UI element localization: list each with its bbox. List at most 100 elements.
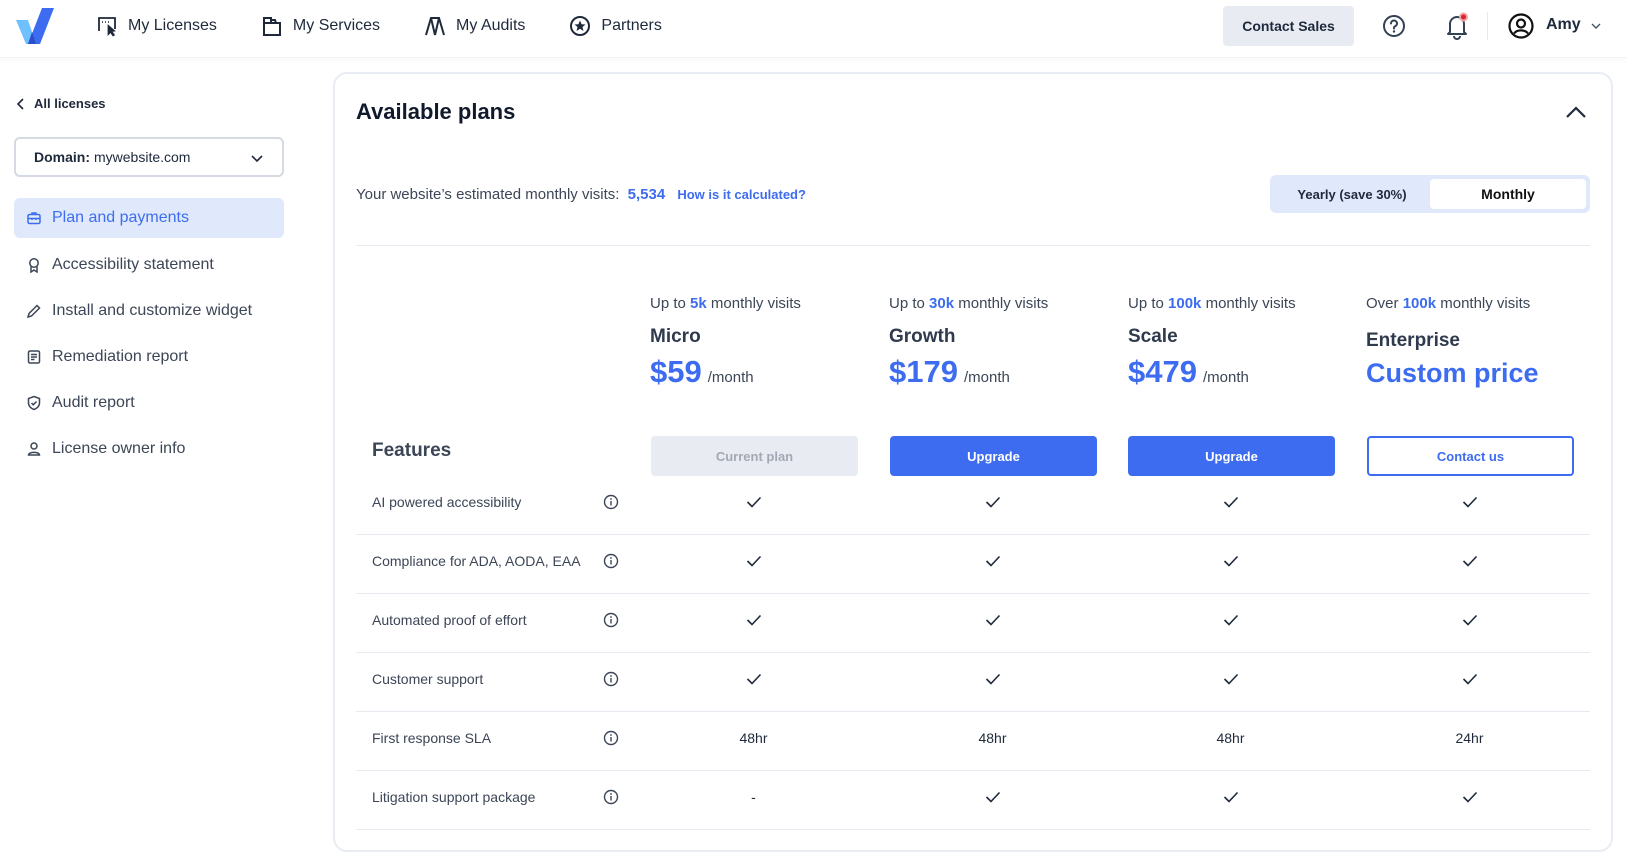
nav-my-licenses[interactable]: My Licenses (96, 15, 217, 37)
feature-row: Customer support (356, 653, 1590, 712)
upgrade-scale-button[interactable]: Upgrade (1128, 436, 1335, 476)
features-heading: Features (372, 440, 452, 461)
feature-value (1366, 490, 1573, 514)
check-icon (746, 555, 761, 567)
check-icon (1462, 496, 1477, 508)
help-icon[interactable] (1382, 14, 1406, 38)
contact-sales-button[interactable]: Contact Sales (1223, 6, 1354, 46)
top-navigation-bar: My Licenses My Services My Audits Partne… (0, 0, 1627, 58)
user-icon (27, 442, 41, 456)
sidebar-item-accessibility-statement[interactable]: Accessibility statement (14, 245, 284, 285)
info-icon[interactable] (603, 612, 619, 628)
sidebar-item-remediation-report[interactable]: Remediation report (14, 337, 284, 377)
check-icon (1223, 673, 1238, 685)
feature-value (889, 785, 1096, 809)
sidebar-item-install-widget[interactable]: Install and customize widget (14, 291, 284, 331)
visits-value: 5,534 (627, 186, 666, 203)
shield-check-icon (27, 395, 41, 411)
nav-my-audits[interactable]: My Audits (424, 15, 525, 37)
current-plan-button: Current plan (651, 436, 858, 476)
domain-select[interactable]: Domain: mywebsite.com (14, 137, 284, 177)
chevron-down-icon (251, 155, 263, 163)
visits-text: Your website’s estimated monthly visits: (356, 186, 620, 203)
plan-period: /month (707, 369, 754, 386)
sidebar-item-label: Remediation report (52, 348, 189, 365)
sidebar-item-label: Audit report (52, 394, 135, 411)
info-icon[interactable] (603, 553, 619, 569)
feature-value (1366, 667, 1573, 691)
feature-value (889, 667, 1096, 691)
briefcase-icon (27, 212, 41, 225)
plan-name: Micro (650, 326, 701, 347)
check-icon (1223, 555, 1238, 567)
plan-enterprise: Over 100k monthly visits Enterprise Cust… (1366, 295, 1576, 389)
check-icon (985, 555, 1000, 567)
feature-value (650, 608, 857, 632)
feature-row: First response SLA 48hr 48hr 48hr 24hr (356, 712, 1590, 771)
plan-price: $479 (1128, 354, 1197, 389)
badge-icon (29, 258, 39, 273)
sidebar-item-audit-report[interactable]: Audit report (14, 383, 284, 423)
how-calculated-link[interactable]: How is it calculated? (677, 187, 806, 202)
check-icon (746, 614, 761, 626)
feature-value (1127, 549, 1334, 573)
feature-label: Customer support (372, 671, 484, 687)
feature-value (1127, 608, 1334, 632)
upgrade-growth-button[interactable]: Upgrade (890, 436, 1097, 476)
nav-my-services[interactable]: My Services (261, 15, 380, 37)
billing-option-yearly[interactable]: Yearly (save 30%) (1274, 179, 1430, 209)
plan-limit: Up to 30k monthly visits (889, 295, 1049, 312)
nav-partners[interactable]: Partners (569, 15, 662, 37)
domain-value: mywebsite.com (94, 149, 191, 165)
notification-bell-icon[interactable] (1444, 12, 1470, 40)
check-icon (1223, 791, 1238, 803)
info-icon[interactable] (603, 494, 619, 510)
services-icon (262, 17, 281, 36)
feature-value (1366, 608, 1573, 632)
main-nav: My Licenses My Services My Audits Partne… (96, 0, 706, 52)
licenses-icon (98, 17, 116, 37)
sidebar-item-license-owner-info[interactable]: License owner info (14, 429, 284, 469)
check-icon (1462, 555, 1477, 567)
nav-label: My Audits (456, 17, 526, 34)
back-link-label: All licenses (34, 96, 106, 111)
user-avatar-icon[interactable] (1508, 13, 1534, 39)
all-licenses-link[interactable]: All licenses (16, 96, 106, 111)
plan-price: $59 (650, 354, 702, 389)
feature-value (889, 490, 1096, 514)
feature-value (1127, 667, 1334, 691)
sidebar-item-plan-and-payments[interactable]: Plan and payments (14, 198, 284, 238)
chevron-down-icon[interactable] (1590, 20, 1602, 32)
user-name[interactable]: Amy (1546, 16, 1581, 34)
chevron-up-icon[interactable] (1564, 102, 1588, 122)
feature-value: 24hr (1455, 730, 1484, 746)
feature-row: Automated proof of effort (356, 594, 1590, 653)
plan-limit: Up to 5k monthly visits (650, 295, 801, 312)
nav-label: My Licenses (128, 17, 217, 34)
check-icon (1462, 791, 1477, 803)
audits-icon (425, 17, 446, 36)
check-icon (985, 791, 1000, 803)
sidebar-item-label: Plan and payments (52, 209, 189, 226)
check-icon (985, 496, 1000, 508)
feature-value: 48hr (739, 730, 768, 746)
feature-value (650, 667, 857, 691)
billing-option-monthly[interactable]: Monthly (1430, 179, 1586, 209)
feature-value (889, 608, 1096, 632)
billing-period-toggle: Yearly (save 30%) Monthly (1270, 175, 1590, 213)
info-icon[interactable] (603, 789, 619, 805)
app-logo[interactable] (14, 6, 58, 46)
feature-label: Automated proof of effort (372, 612, 527, 628)
plan-period: /month (1202, 369, 1249, 386)
info-icon[interactable] (603, 671, 619, 687)
feature-label: Compliance for ADA, AODA, EAA (372, 553, 581, 569)
check-icon (746, 496, 761, 508)
feature-row: AI powered accessibility (356, 476, 1590, 535)
contact-us-button[interactable]: Contact us (1367, 436, 1574, 476)
feature-value: 48hr (978, 730, 1007, 746)
info-icon[interactable] (603, 730, 619, 746)
feature-value (1366, 785, 1573, 809)
check-icon (985, 614, 1000, 626)
divider (356, 245, 1590, 246)
plan-limit: Over 100k monthly visits (1366, 295, 1531, 312)
